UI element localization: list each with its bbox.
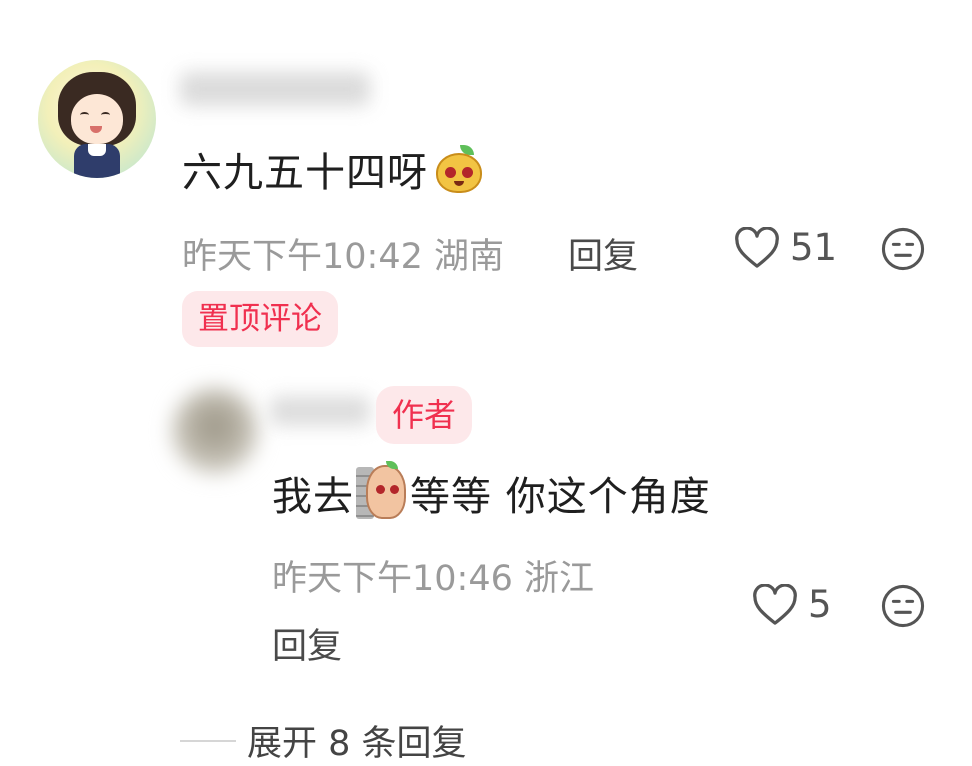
comment-reply-button[interactable]: 回复 [568, 228, 638, 279]
commenter-avatar[interactable] [38, 60, 156, 178]
reply-time: 昨天下午10:46 [272, 559, 513, 599]
reply-like-button[interactable]: 5 [752, 583, 832, 626]
reply-author-avatar-blurred[interactable] [172, 388, 258, 474]
expand-replies-button[interactable]: 展开 8 条回复 [247, 715, 467, 766]
comment-time: 昨天下午10:42 [182, 237, 423, 277]
author-badge: 作者 [376, 386, 473, 444]
reply-text-before: 我去 [272, 474, 354, 520]
reply-dislike-button[interactable] [880, 583, 926, 633]
reply-username-blurred[interactable] [270, 396, 370, 426]
pear-face-emoji-icon [434, 145, 484, 193]
meh-face-icon [881, 584, 925, 628]
reply-meta: 昨天下午10:46 浙江 [272, 550, 594, 601]
comment-text-content: 六九五十四呀 [182, 150, 428, 196]
reply-reply-button[interactable]: 回复 [272, 618, 342, 669]
comment-dislike-button[interactable] [880, 226, 926, 276]
commenter-username-blurred[interactable] [180, 72, 370, 106]
heart-outline-icon [735, 226, 779, 268]
comment-like-button[interactable]: 51 [734, 226, 837, 269]
comment-text: 六九五十四呀 [182, 140, 484, 198]
reply-like-count: 5 [808, 583, 832, 626]
reply-text: 我去 等等 你这个角度 [272, 461, 711, 522]
pinned-comment-badge: 置顶评论 [182, 291, 338, 347]
comment-meta: 昨天下午10:42 湖南 [182, 228, 504, 279]
reply-text-after: 等等 你这个角度 [410, 474, 711, 520]
expand-divider [180, 740, 236, 742]
meh-face-icon [881, 227, 925, 271]
comment-like-count: 51 [790, 226, 838, 269]
reply-location: 浙江 [524, 559, 595, 599]
potato-peek-emoji-icon [356, 461, 408, 521]
comment-location: 湖南 [434, 237, 505, 277]
heart-outline-icon [753, 583, 797, 625]
